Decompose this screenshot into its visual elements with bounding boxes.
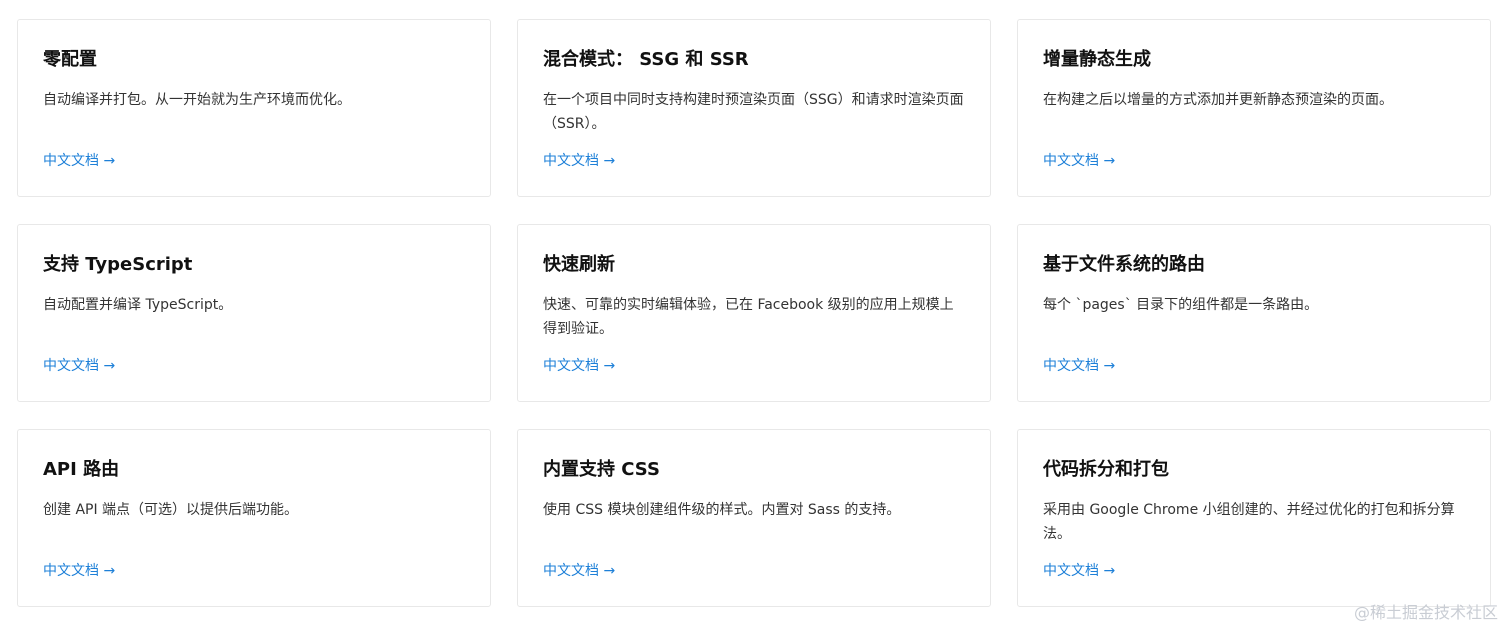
card-description: 在一个项目中同时支持构建时预渲染页面（SSG）和请求时渲染页面（SSR）。 (543, 92, 964, 132)
docs-link[interactable]: 中文文档 → (43, 354, 115, 378)
card-description: 快速、可靠的实时编辑体验，已在 Facebook 级别的应用上规模上得到验证。 (543, 297, 954, 337)
docs-link[interactable]: 中文文档 → (43, 559, 115, 583)
card-title: 内置支持 CSS (543, 459, 660, 480)
docs-link[interactable]: 中文文档 → (543, 354, 615, 378)
card-title: 代码拆分和打包 (1043, 459, 1169, 480)
card-title: 快速刷新 (543, 254, 615, 275)
card-title: 基于文件系统的路由 (1043, 254, 1205, 275)
feature-card-api-routes: API 路由 创建 API 端点（可选）以提供后端功能。 中文文档 → (17, 429, 491, 607)
card-description: 自动编译并打包。从一开始就为生产环境而优化。 (43, 92, 351, 108)
feature-grid: 零配置 自动编译并打包。从一开始就为生产环境而优化。 中文文档 → 混合模式： … (17, 19, 1491, 607)
watermark: @稀土掘金技术社区 (1353, 603, 1498, 622)
card-description: 每个 `pages` 目录下的组件都是一条路由。 (1043, 297, 1319, 313)
feature-card-fast-refresh: 快速刷新 快速、可靠的实时编辑体验，已在 Facebook 级别的应用上规模上得… (517, 224, 991, 402)
feature-card-built-in-css: 内置支持 CSS 使用 CSS 模块创建组件级的样式。内置对 Sass 的支持。… (517, 429, 991, 607)
feature-card-hybrid-ssg-ssr: 混合模式： SSG 和 SSR 在一个项目中同时支持构建时预渲染页面（SSG）和… (517, 19, 991, 197)
feature-card-code-splitting: 代码拆分和打包 采用由 Google Chrome 小组创建的、并经过优化的打包… (1017, 429, 1491, 607)
feature-card-typescript: 支持 TypeScript 自动配置并编译 TypeScript。 中文文档 → (17, 224, 491, 402)
docs-link[interactable]: 中文文档 → (43, 149, 115, 173)
card-title: API 路由 (43, 459, 120, 480)
docs-link[interactable]: 中文文档 → (1043, 149, 1115, 173)
docs-link[interactable]: 中文文档 → (1043, 559, 1115, 583)
card-title: 混合模式： SSG 和 SSR (543, 49, 749, 70)
feature-card-zero-config: 零配置 自动编译并打包。从一开始就为生产环境而优化。 中文文档 → (17, 19, 491, 197)
card-description: 采用由 Google Chrome 小组创建的、并经过优化的打包和拆分算法。 (1043, 502, 1455, 542)
card-title: 支持 TypeScript (43, 254, 193, 275)
card-description: 使用 CSS 模块创建组件级的样式。内置对 Sass 的支持。 (543, 502, 901, 518)
feature-card-filesystem-routing: 基于文件系统的路由 每个 `pages` 目录下的组件都是一条路由。 中文文档 … (1017, 224, 1491, 402)
docs-link[interactable]: 中文文档 → (543, 149, 615, 173)
card-title: 零配置 (43, 49, 97, 70)
card-description: 在构建之后以增量的方式添加并更新静态预渲染的页面。 (1043, 92, 1393, 108)
docs-link[interactable]: 中文文档 → (543, 559, 615, 583)
docs-link[interactable]: 中文文档 → (1043, 354, 1115, 378)
card-description: 创建 API 端点（可选）以提供后端功能。 (43, 502, 299, 518)
feature-card-incremental-static-generation: 增量静态生成 在构建之后以增量的方式添加并更新静态预渲染的页面。 中文文档 → (1017, 19, 1491, 197)
card-title: 增量静态生成 (1043, 49, 1151, 70)
card-description: 自动配置并编译 TypeScript。 (43, 297, 233, 313)
